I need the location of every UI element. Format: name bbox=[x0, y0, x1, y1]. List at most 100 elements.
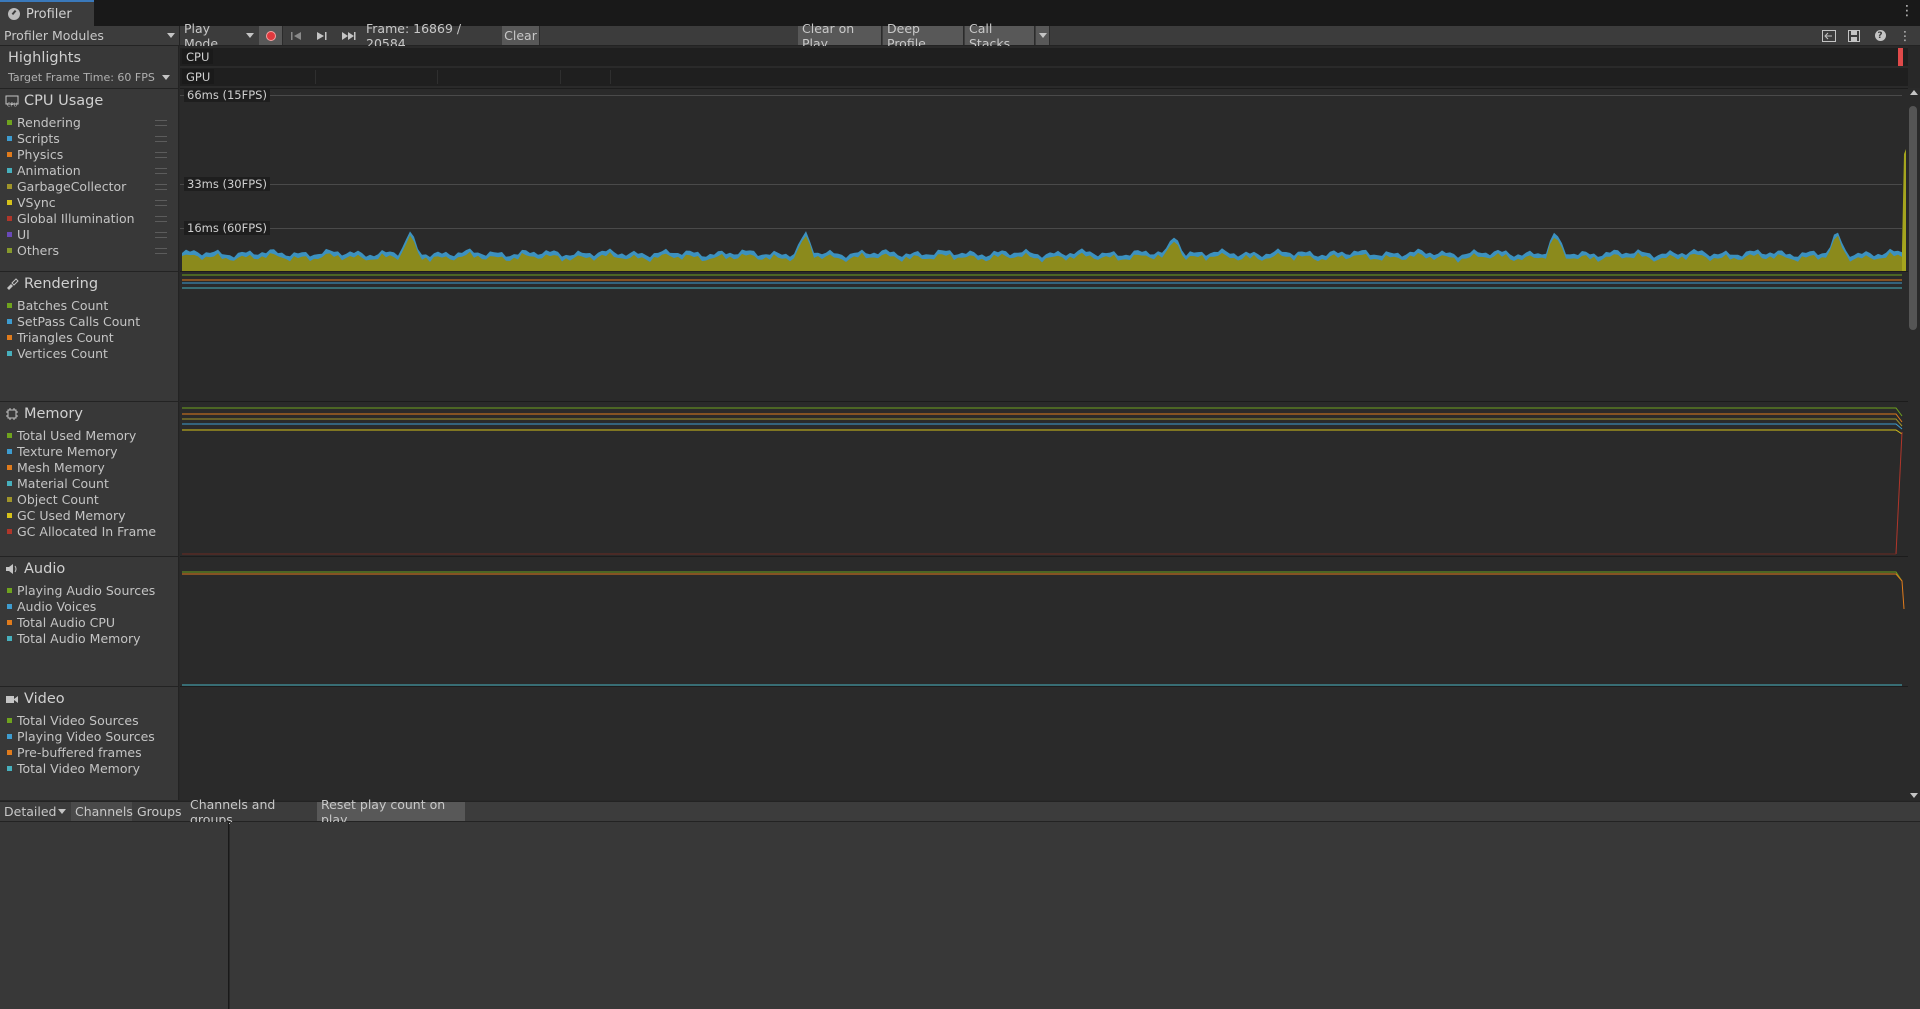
audio-item[interactable]: Playing Audio Sources bbox=[7, 583, 172, 598]
tab-profiler-label: Profiler bbox=[26, 6, 72, 22]
next-frame-button[interactable] bbox=[310, 26, 334, 45]
drag-handle-icon[interactable] bbox=[155, 135, 167, 142]
memory-item[interactable]: Total Used Memory bbox=[7, 428, 172, 443]
record-button[interactable] bbox=[259, 26, 283, 45]
cpu-usage-item[interactable]: Rendering bbox=[7, 115, 172, 130]
color-swatch bbox=[7, 152, 12, 157]
color-swatch bbox=[7, 200, 12, 205]
window-menu-icon[interactable]: ⋮ bbox=[1900, 3, 1914, 19]
svg-text:CPU: CPU bbox=[7, 103, 18, 108]
profiler-modules-dropdown[interactable]: Profiler Modules bbox=[0, 26, 179, 45]
scroll-down-icon[interactable] bbox=[1910, 793, 1918, 798]
memory-item[interactable]: Mesh Memory bbox=[7, 460, 172, 475]
memory-item[interactable]: Object Count bbox=[7, 492, 172, 507]
highlights-cpu-lane[interactable]: CPU bbox=[180, 48, 1908, 66]
rendering-item[interactable]: SetPass Calls Count bbox=[7, 314, 172, 329]
module-rendering[interactable]: Rendering Batches Count SetPass Calls Cou… bbox=[0, 271, 178, 401]
clear-button[interactable]: Clear bbox=[502, 26, 540, 45]
highlights-gpu-lane[interactable]: GPU bbox=[180, 68, 1908, 86]
deep-profile-button[interactable]: Deep Profile bbox=[883, 21, 964, 51]
drag-handle-icon[interactable] bbox=[155, 151, 167, 158]
tab-channels[interactable]: Channels bbox=[71, 802, 133, 821]
scroll-up-icon[interactable] bbox=[1910, 90, 1918, 95]
video-item[interactable]: Playing Video Sources bbox=[7, 729, 172, 744]
load-button[interactable] bbox=[1818, 26, 1840, 45]
first-frame-button[interactable] bbox=[284, 26, 308, 45]
memory-item[interactable]: Texture Memory bbox=[7, 444, 172, 459]
rendering-graph[interactable] bbox=[180, 271, 1908, 401]
reset-play-count-button[interactable]: Reset play count on play bbox=[317, 797, 465, 827]
clear-label: Clear bbox=[504, 28, 537, 43]
color-swatch bbox=[7, 303, 12, 308]
tab-groups[interactable]: Groups bbox=[133, 802, 185, 821]
color-swatch bbox=[7, 136, 12, 141]
scrollbar-thumb[interactable] bbox=[1909, 106, 1917, 330]
more-options-button[interactable]: ⋮ bbox=[1895, 26, 1915, 45]
audio-item-label: Playing Audio Sources bbox=[17, 583, 156, 598]
rendering-item[interactable]: Triangles Count bbox=[7, 330, 172, 345]
color-swatch bbox=[7, 481, 12, 486]
help-button[interactable]: ? bbox=[1869, 26, 1891, 45]
video-item-label: Total Video Memory bbox=[17, 761, 140, 776]
rendering-item[interactable]: Batches Count bbox=[7, 298, 172, 313]
drag-handle-icon[interactable] bbox=[155, 119, 167, 126]
last-frame-button[interactable] bbox=[336, 26, 362, 45]
tab-profiler[interactable]: Profiler bbox=[0, 0, 94, 26]
call-stacks-button[interactable]: Call Stacks bbox=[965, 21, 1035, 51]
module-video[interactable]: Video Total Video Sources Playing Video S… bbox=[0, 686, 178, 801]
drag-handle-icon[interactable] bbox=[155, 231, 167, 238]
details-view-label: Detailed bbox=[4, 804, 57, 819]
clear-on-play-button[interactable]: Clear on Play bbox=[798, 21, 882, 51]
cpu-usage-item[interactable]: UI bbox=[7, 227, 172, 242]
cpu-usage-graph[interactable]: 66ms (15FPS) 33ms (30FPS) 16ms (60FPS) bbox=[180, 88, 1908, 271]
rendering-item[interactable]: Vertices Count bbox=[7, 346, 172, 361]
color-swatch bbox=[7, 766, 12, 771]
drag-handle-icon[interactable] bbox=[155, 215, 167, 222]
video-item[interactable]: Total Video Memory bbox=[7, 761, 172, 776]
cpu-usage-item-label: VSync bbox=[17, 195, 56, 210]
memory-item[interactable]: GC Allocated In Frame bbox=[7, 524, 172, 539]
call-stacks-dropdown[interactable] bbox=[1036, 26, 1050, 45]
cpu-usage-item[interactable]: Scripts bbox=[7, 131, 172, 146]
profiler-graph-area[interactable]: CPU GPU 66ms (15FPS) 33ms (30FPS) 16ms (… bbox=[180, 46, 1908, 800]
profiler-toolbar: Profiler Modules Play Mode Frame: 16869 … bbox=[0, 21, 1920, 51]
details-view-dropdown[interactable]: Detailed bbox=[0, 802, 70, 821]
cpu-usage-item[interactable]: VSync bbox=[7, 195, 172, 210]
cpu-usage-item[interactable]: Physics bbox=[7, 147, 172, 162]
memory-header: Memory bbox=[5, 406, 83, 422]
audio-graph[interactable] bbox=[180, 556, 1908, 686]
save-button[interactable] bbox=[1843, 26, 1865, 45]
tab-channels-and-groups[interactable]: Channels and groups bbox=[186, 797, 316, 827]
cpu-usage-item[interactable]: Others bbox=[7, 243, 172, 258]
rendering-lines bbox=[182, 274, 1902, 289]
module-audio[interactable]: Audio Playing Audio Sources Audio Voices T… bbox=[0, 556, 178, 686]
cpu-usage-item[interactable]: Animation bbox=[7, 163, 172, 178]
highlights-cpu-label: CPU bbox=[182, 49, 214, 64]
rendering-item-label: Vertices Count bbox=[17, 346, 108, 361]
video-item[interactable]: Pre-buffered frames bbox=[7, 745, 172, 760]
drag-handle-icon[interactable] bbox=[155, 183, 167, 190]
module-cpu-usage[interactable]: CPU CPU Usage Rendering Scripts Physics Ani… bbox=[0, 88, 178, 258]
cpu-usage-item[interactable]: GarbageCollector bbox=[7, 179, 172, 194]
audio-item[interactable]: Audio Voices bbox=[7, 599, 172, 614]
audio-lines bbox=[182, 571, 1905, 686]
drag-handle-icon[interactable] bbox=[155, 247, 167, 254]
help-icon: ? bbox=[1874, 30, 1886, 41]
color-swatch bbox=[7, 734, 12, 739]
drag-handle-icon[interactable] bbox=[155, 199, 167, 206]
drag-handle-icon[interactable] bbox=[155, 167, 167, 174]
cpu-usage-title: CPU Usage bbox=[24, 93, 104, 109]
video-graph[interactable] bbox=[180, 686, 1908, 801]
play-mode-dropdown[interactable]: Play Mode bbox=[180, 21, 258, 51]
cpu-usage-item[interactable]: Global Illumination bbox=[7, 211, 172, 226]
module-memory[interactable]: Memory Total Used Memory Texture Memory Me… bbox=[0, 401, 178, 556]
audio-item[interactable]: Total Audio Memory bbox=[7, 631, 172, 646]
audio-item[interactable]: Total Audio CPU bbox=[7, 615, 172, 630]
memory-graph[interactable] bbox=[180, 401, 1908, 556]
target-frame-time-dropdown[interactable]: Target Frame Time: 60 FPS bbox=[8, 71, 170, 84]
details-left-pane bbox=[0, 822, 229, 1009]
memory-item-label: GC Used Memory bbox=[17, 508, 126, 523]
memory-item[interactable]: Material Count bbox=[7, 476, 172, 491]
video-item[interactable]: Total Video Sources bbox=[7, 713, 172, 728]
memory-item[interactable]: GC Used Memory bbox=[7, 508, 172, 523]
